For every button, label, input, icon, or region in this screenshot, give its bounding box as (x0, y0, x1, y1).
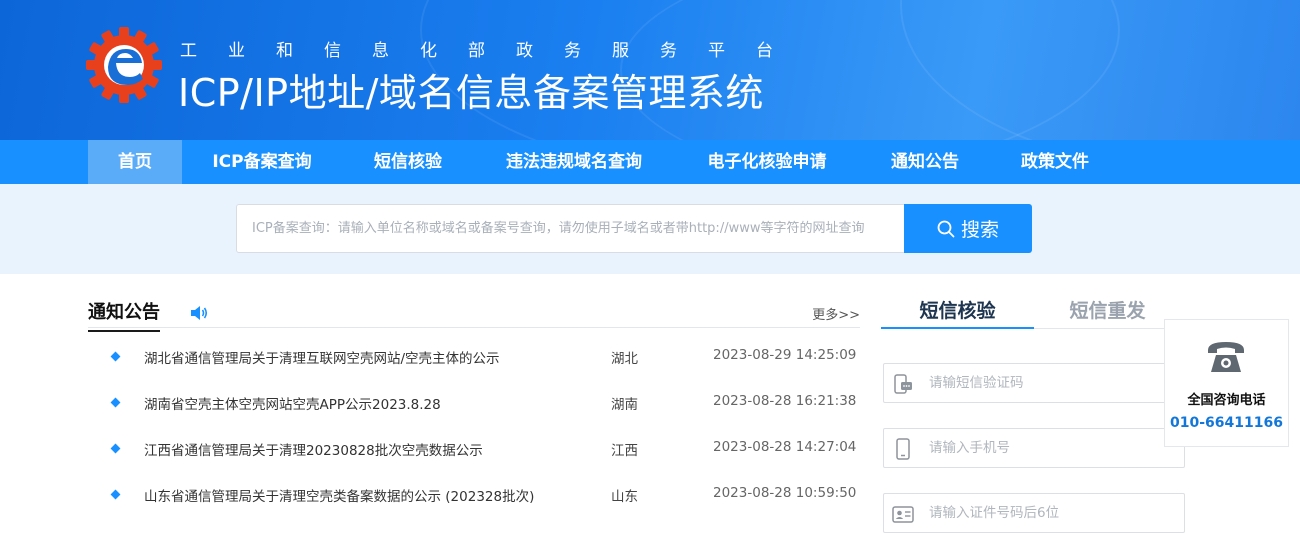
notice-list-item: 江西省通信管理局关于清理20230828批次空壳数据公示 江西 2023-08-… (88, 439, 860, 485)
header-subtitle: 工业和信息化部政务服务平台 (180, 41, 804, 61)
notice-time: 2023-08-28 14:27:04 (713, 439, 857, 455)
site-logo-icon[interactable] (86, 27, 162, 103)
nav-item-policy[interactable]: 政策文件 (1006, 140, 1104, 184)
nav-item-electronic-verify[interactable]: 电子化核验申请 (692, 140, 842, 184)
notice-link[interactable]: 山东省通信管理局关于清理空壳类备案数据的公示 (202328批次) (144, 485, 534, 505)
id-number-field (883, 493, 1185, 533)
notice-time: 2023-08-28 10:59:50 (713, 485, 857, 501)
notice-list-item: 湖南省空壳主体空壳网站空壳APP公示2023.8.28 湖南 2023-08-2… (88, 393, 860, 439)
phone-field (883, 428, 1185, 468)
hotline-card: 全国咨询电话 010-66411166 (1164, 319, 1289, 447)
bullet-icon (110, 489, 121, 500)
nav-item-notices[interactable]: 通知公告 (876, 140, 974, 184)
notice-title: 通知公告 (88, 298, 160, 332)
search-button[interactable]: 搜索 (904, 204, 1032, 253)
phone-input[interactable] (929, 429, 1179, 467)
header-title: ICP/IP地址/域名信息备案管理系统 (178, 71, 764, 115)
hotline-label: 全国咨询电话 (1187, 393, 1266, 408)
id-number-input[interactable] (929, 494, 1179, 532)
sms-message-icon (894, 374, 912, 394)
notice-time: 2023-08-29 14:25:09 (713, 347, 857, 363)
notice-link[interactable]: 湖北省通信管理局关于清理互联网空壳网站/空壳主体的公示 (144, 347, 500, 367)
nav-item-icp-query[interactable]: ICP备案查询 (196, 140, 328, 184)
notice-time: 2023-08-28 16:21:38 (713, 393, 857, 409)
nav-item-sms-verify[interactable]: 短信核验 (358, 140, 458, 184)
search-icon (937, 220, 955, 237)
notice-province: 江西 (611, 443, 638, 459)
tab-sms-resend[interactable]: 短信重发 (1034, 296, 1181, 328)
search-button-label: 搜索 (960, 219, 999, 241)
tab-sms-verify[interactable]: 短信核验 (881, 296, 1034, 329)
notice-header: 通知公告 更多>> (88, 296, 860, 332)
bullet-icon (110, 443, 121, 454)
id-card-icon (892, 506, 914, 523)
notice-province: 湖南 (611, 397, 638, 413)
main-nav: 首页 ICP备案查询 短信核验 违法违规域名查询 电子化核验申请 通知公告 政策… (0, 140, 1300, 184)
icp-search-input[interactable] (236, 204, 904, 253)
telephone-icon (1208, 342, 1244, 372)
notice-link[interactable]: 湖南省空壳主体空壳网站空壳APP公示2023.8.28 (144, 393, 441, 413)
hotline-number: 010-66411166 (1170, 415, 1283, 431)
notice-province: 湖北 (611, 351, 638, 367)
sms-code-input[interactable] (929, 364, 1179, 402)
mobile-phone-icon (896, 438, 910, 460)
notice-province: 山东 (611, 489, 638, 505)
notice-list-item: 湖北省通信管理局关于清理互联网空壳网站/空壳主体的公示 湖北 2023-08-2… (88, 347, 860, 393)
bullet-icon (110, 351, 121, 362)
nav-item-home[interactable]: 首页 (88, 140, 182, 184)
site-header: 工业和信息化部政务服务平台 ICP/IP地址/域名信息备案管理系统 (0, 0, 1300, 140)
nav-item-illegal-domain[interactable]: 违法违规域名查询 (488, 140, 660, 184)
search-section: 搜索 (0, 184, 1300, 274)
sms-code-field (883, 363, 1185, 403)
sms-tabs: 短信核验 短信重发 (881, 296, 1181, 329)
speaker-icon (191, 306, 208, 320)
notice-list-item: 山东省通信管理局关于清理空壳类备案数据的公示 (202328批次) 山东 202… (88, 485, 860, 531)
notice-more-link[interactable]: 更多>> (812, 304, 860, 323)
notice-link[interactable]: 江西省通信管理局关于清理20230828批次空壳数据公示 (144, 439, 483, 459)
bullet-icon (110, 397, 121, 408)
